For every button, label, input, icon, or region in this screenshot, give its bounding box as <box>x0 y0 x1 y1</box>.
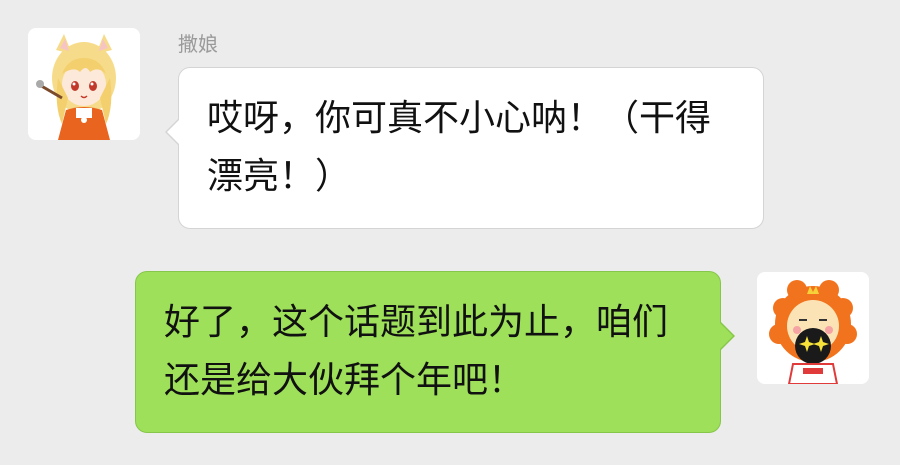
incoming-message-bubble[interactable]: 哎呀，你可真不小心呐！（干得漂亮！） <box>165 67 764 229</box>
lion-mascot-avatar-icon[interactable] <box>757 272 869 384</box>
anime-girl-avatar-icon[interactable] <box>28 28 140 140</box>
outgoing-message-bubble[interactable]: 好了，这个话题到此为止，咱们还是给大伙拜个年吧！ <box>135 271 735 433</box>
sender-name: 撒娘 <box>178 32 218 56</box>
